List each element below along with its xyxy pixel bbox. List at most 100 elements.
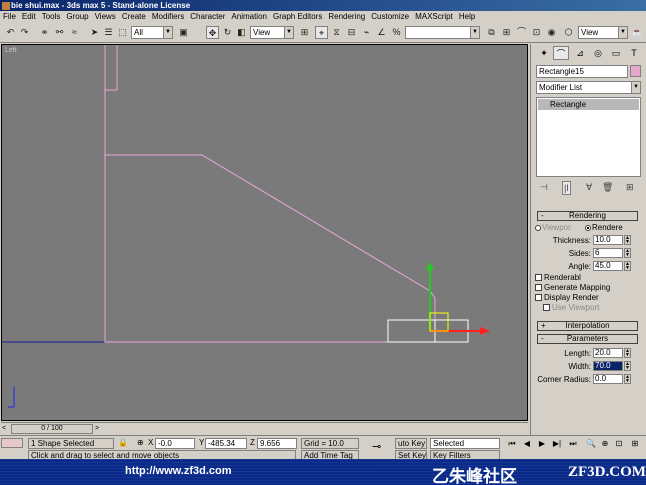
menu-customize[interactable]: Customize [368, 11, 412, 23]
rendering-rollout-header[interactable]: - Rendering [537, 211, 638, 221]
interpolation-rollout-header[interactable]: + Interpolation [537, 321, 638, 331]
select-and-move-icon[interactable]: ✥ [206, 26, 219, 39]
reference-coordinate-dropdown[interactable]: View ▼ [250, 26, 294, 39]
remove-modifier-icon[interactable]: 🗑 [602, 181, 613, 193]
render-type-dropdown[interactable]: View ▼ [578, 26, 628, 39]
angle-snap-icon[interactable]: ∠ [375, 26, 388, 39]
menu-modifiers[interactable]: Modifiers [149, 11, 187, 23]
curve-editor-icon[interactable]: ⌒ [515, 26, 528, 39]
zoom-icon[interactable]: 🔍 [586, 439, 596, 449]
object-name-field[interactable]: Rectangle15 [536, 65, 628, 78]
named-selection-dropdown[interactable]: ▼ [405, 26, 480, 39]
redo-icon[interactable]: ↷ [18, 26, 31, 39]
angle-spinner[interactable]: ▲ ▼ [624, 261, 631, 271]
menu-file[interactable]: File [0, 11, 19, 23]
selection-region-icon[interactable]: ⬚ [116, 26, 129, 39]
select-link-icon[interactable]: ⚭ [38, 26, 51, 39]
menu-maxscript[interactable]: MAXScript [412, 11, 456, 23]
z-coord-field[interactable]: 9.656 [257, 438, 297, 449]
renderer-radio[interactable]: Rendere [585, 223, 623, 233]
corner-radius-spinner[interactable]: ▲ ▼ [624, 374, 631, 384]
menu-character[interactable]: Character [187, 11, 228, 23]
corner-radius-field[interactable]: 0.0 [593, 374, 623, 384]
stack-item-rectangle[interactable]: Rectangle [538, 99, 639, 110]
x-coord-field[interactable]: -0.0 [155, 438, 195, 449]
axis-constraint-icon[interactable]: ⌖ [315, 26, 328, 39]
hierarchy-tab-icon[interactable]: ⊿ [572, 46, 588, 60]
menu-edit[interactable]: Edit [19, 11, 39, 23]
quick-render-icon[interactable]: ☕ [631, 26, 644, 39]
modifier-list-dropdown[interactable]: Modifier List ▼ [536, 81, 641, 94]
mirror-tool-icon[interactable]: ⧉ [485, 26, 498, 39]
select-by-name-icon[interactable]: ☰ [102, 26, 115, 39]
sides-field[interactable]: 6 [593, 248, 623, 258]
pivot-center-icon[interactable]: ⊞ [298, 26, 311, 39]
select-and-scale-icon[interactable]: ◧ [235, 26, 248, 39]
go-to-end-icon[interactable]: ⏭ [568, 439, 578, 449]
time-slider[interactable]: 0 / 100 [11, 424, 93, 434]
display-tab-icon[interactable]: ▭ [608, 46, 624, 60]
configure-sets-icon[interactable]: ⊞ [626, 181, 634, 193]
go-to-start-icon[interactable]: ⏮ [507, 439, 517, 449]
menu-create[interactable]: Create [119, 11, 149, 23]
renderable-checkbox[interactable]: Renderabl [535, 273, 581, 283]
material-editor-icon[interactable]: ◉ [545, 26, 558, 39]
previous-frame-icon[interactable]: ◀ [522, 439, 532, 449]
selection-filter-dropdown[interactable]: All ▼ [131, 26, 173, 39]
make-unique-icon[interactable]: ∀ [586, 181, 592, 193]
menu-views[interactable]: Views [92, 11, 119, 23]
auto-key-button[interactable]: uto Key [395, 438, 427, 449]
show-end-result-icon[interactable]: |ǀ [562, 181, 571, 195]
set-key-icon[interactable]: ⊸ [372, 442, 381, 453]
next-frame-icon[interactable]: ▶| [552, 439, 562, 449]
menu-graph-editors[interactable]: Graph Editors [270, 11, 325, 23]
bind-space-warp-icon[interactable]: ≈ [68, 26, 81, 39]
length-field[interactable]: 20.0 [593, 348, 623, 358]
object-color-swatch[interactable] [630, 65, 641, 77]
menu-group[interactable]: Group [63, 11, 91, 23]
align-tool-icon[interactable]: ⊞ [500, 26, 513, 39]
viewport-radio[interactable]: Viewpor [535, 223, 571, 233]
use-viewport-checkbox[interactable]: Use Viewport [543, 303, 599, 313]
length-spinner[interactable]: ▲ ▼ [624, 348, 631, 358]
key-mode-dropdown[interactable]: Selected [430, 438, 500, 449]
window-crossing-icon[interactable]: ▣ [177, 26, 190, 39]
thickness-field[interactable]: 10.0 [593, 235, 623, 245]
display-render-checkbox[interactable]: Display Render [535, 293, 599, 303]
play-icon[interactable]: ▶ [537, 439, 547, 449]
parameters-rollout-header[interactable]: - Parameters [537, 334, 638, 344]
zoom-extents-icon[interactable]: ⊡ [614, 439, 624, 449]
percent-snap-icon[interactable]: % [390, 26, 403, 39]
schematic-view-icon[interactable]: ⊡ [530, 26, 543, 39]
angle-field[interactable]: 45.0 [593, 261, 623, 271]
snap-toggle-icon[interactable]: ⌁ [360, 26, 373, 39]
modify-tab-icon[interactable]: ⌒ [553, 46, 569, 60]
zoom-extents-all-icon[interactable]: ⊞ [630, 439, 640, 449]
left-viewport[interactable]: Left [1, 44, 528, 421]
absolute-mode-icon[interactable]: ⊕ [137, 438, 144, 448]
pin-stack-icon[interactable]: ⊣ [540, 181, 548, 193]
create-tab-icon[interactable]: ✦ [536, 46, 552, 60]
menu-tools[interactable]: Tools [39, 11, 64, 23]
menu-animation[interactable]: Animation [228, 11, 270, 23]
zoom-all-icon[interactable]: ⊕ [600, 439, 610, 449]
generate-mapping-checkbox[interactable]: Generate Mapping [535, 283, 610, 293]
undo-icon[interactable]: ↶ [4, 26, 17, 39]
align-icon[interactable]: ⊟ [345, 26, 358, 39]
width-field[interactable]: 70.0 [593, 361, 623, 371]
select-object-icon[interactable]: ➤ [88, 26, 101, 39]
time-next-icon[interactable]: > [95, 424, 99, 434]
motion-tab-icon[interactable]: ◎ [590, 46, 606, 60]
y-coord-field[interactable]: -485.34 [205, 438, 247, 449]
menu-rendering[interactable]: Rendering [325, 11, 368, 23]
utilities-tab-icon[interactable]: T [626, 46, 642, 60]
thickness-spinner[interactable]: ▲ ▼ [624, 235, 631, 245]
lock-selection-icon[interactable]: 🔒 [118, 438, 128, 448]
maxscript-listener-swatch[interactable] [1, 438, 23, 448]
sides-spinner[interactable]: ▲ ▼ [624, 248, 631, 258]
menu-help[interactable]: Help [456, 11, 478, 23]
unlink-icon[interactable]: ⚯ [53, 26, 66, 39]
mirror-icon[interactable]: ⧖ [330, 26, 343, 39]
render-scene-icon[interactable]: ⬡ [562, 26, 575, 39]
select-and-rotate-icon[interactable]: ↻ [221, 26, 234, 39]
